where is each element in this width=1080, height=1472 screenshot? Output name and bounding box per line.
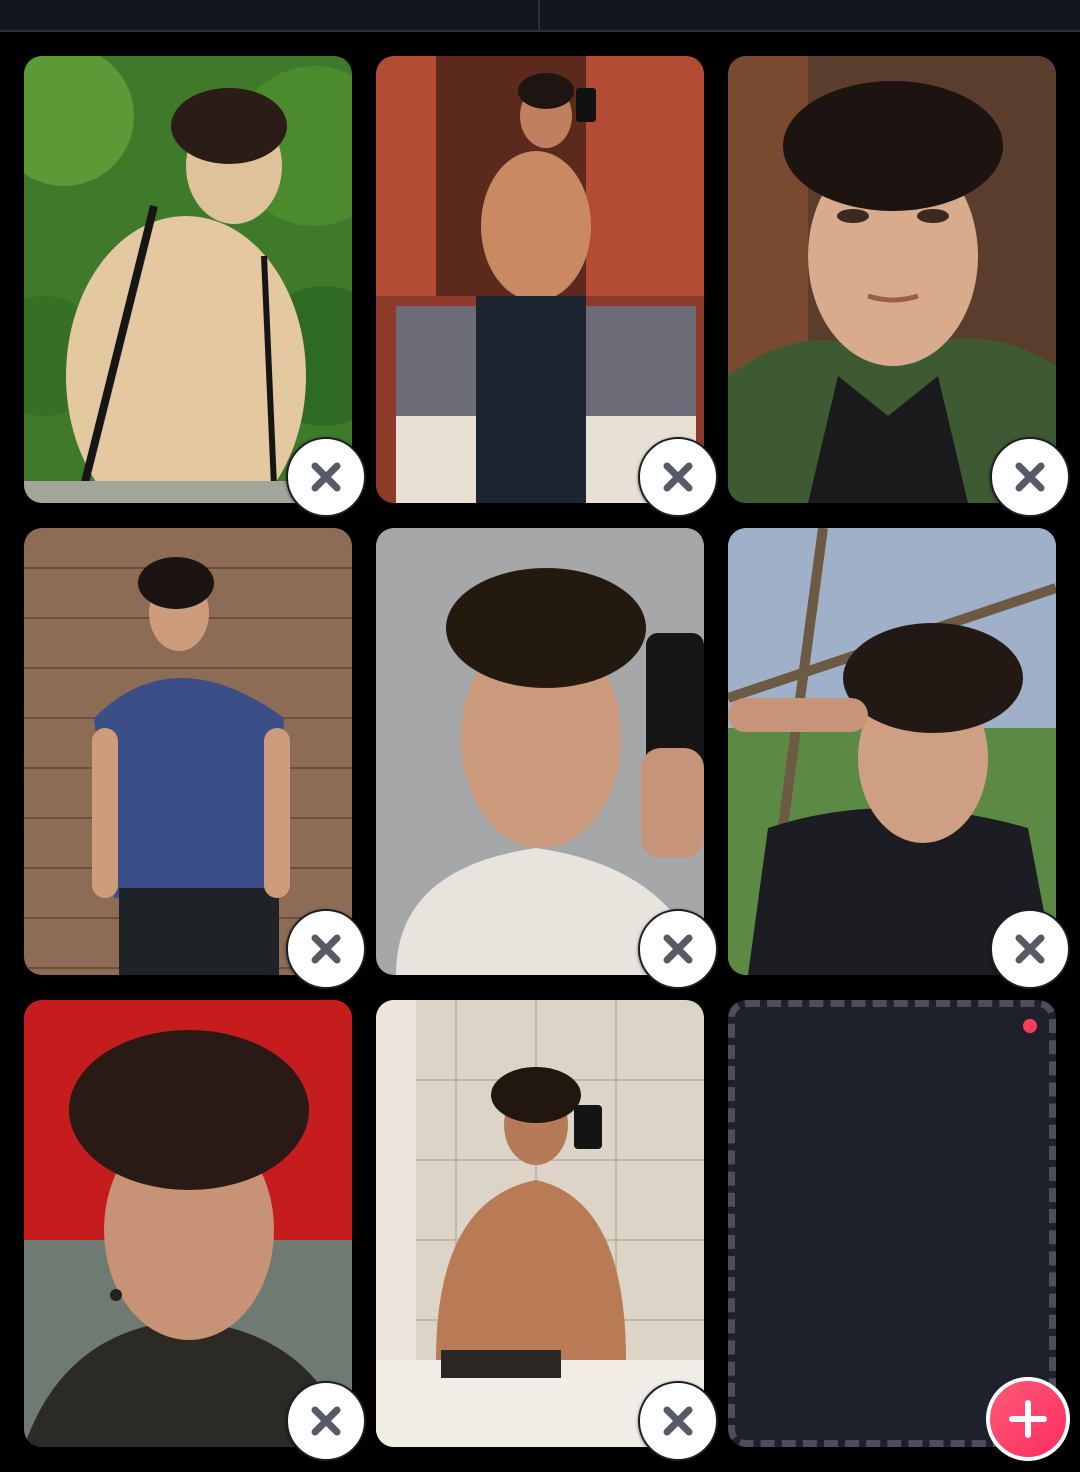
profile-photo-7[interactable] [24, 1000, 352, 1447]
remove-photo-5-button[interactable] [638, 909, 718, 989]
photo-mirror-selfie-bathroom [376, 1000, 704, 1447]
photo-slot-9 [728, 1000, 1070, 1461]
photo-selfie-green-hoodie [728, 56, 1056, 503]
profile-photo-2[interactable] [376, 56, 704, 503]
close-icon [311, 1406, 341, 1436]
close-icon [311, 462, 341, 492]
photo-shirtless-outdoor [24, 56, 352, 503]
photo-slot-8 [376, 1000, 718, 1461]
remove-photo-6-button[interactable] [990, 909, 1070, 989]
photo-slot-3 [728, 56, 1070, 517]
profile-photo-1[interactable] [24, 56, 352, 503]
remove-photo-3-button[interactable] [990, 437, 1070, 517]
remove-photo-1-button[interactable] [286, 437, 366, 517]
photo-slot-6 [728, 528, 1070, 989]
profile-photo-8[interactable] [376, 1000, 704, 1447]
close-icon [663, 1406, 693, 1436]
empty-photo-slot[interactable] [728, 1000, 1056, 1447]
photo-slot-7 [24, 1000, 366, 1461]
profile-photo-6[interactable] [728, 528, 1056, 975]
photo-slot-5 [376, 528, 718, 989]
profile-photo-5[interactable] [376, 528, 704, 975]
remove-photo-7-button[interactable] [286, 1381, 366, 1461]
photo-slot-1 [24, 56, 366, 517]
tab-divider [538, 0, 540, 30]
close-icon [663, 934, 693, 964]
top-bar [0, 0, 1080, 32]
close-icon [311, 934, 341, 964]
add-photo-button[interactable] [986, 1377, 1070, 1461]
close-icon [1015, 934, 1045, 964]
remove-photo-2-button[interactable] [638, 437, 718, 517]
photo-slot-4 [24, 528, 366, 989]
remove-photo-4-button[interactable] [286, 909, 366, 989]
close-icon [1015, 462, 1045, 492]
profile-photo-3[interactable] [728, 56, 1056, 503]
photo-mirror-selfie-white-tshirt [376, 528, 704, 975]
photo-slot-2 [376, 56, 718, 517]
plus-icon [1009, 1400, 1047, 1438]
photo-grid [24, 56, 1070, 1461]
remove-photo-8-button[interactable] [638, 1381, 718, 1461]
photo-selfie-red-tent [24, 1000, 352, 1447]
profile-photo-4[interactable] [24, 528, 352, 975]
photo-blue-tshirt-wood-wall [24, 528, 352, 975]
photo-mirror-selfie-bedroom [376, 56, 704, 503]
close-icon [663, 462, 693, 492]
notification-dot [1023, 1019, 1037, 1033]
photo-selfie-black-tshirt-outdoor [728, 528, 1056, 975]
